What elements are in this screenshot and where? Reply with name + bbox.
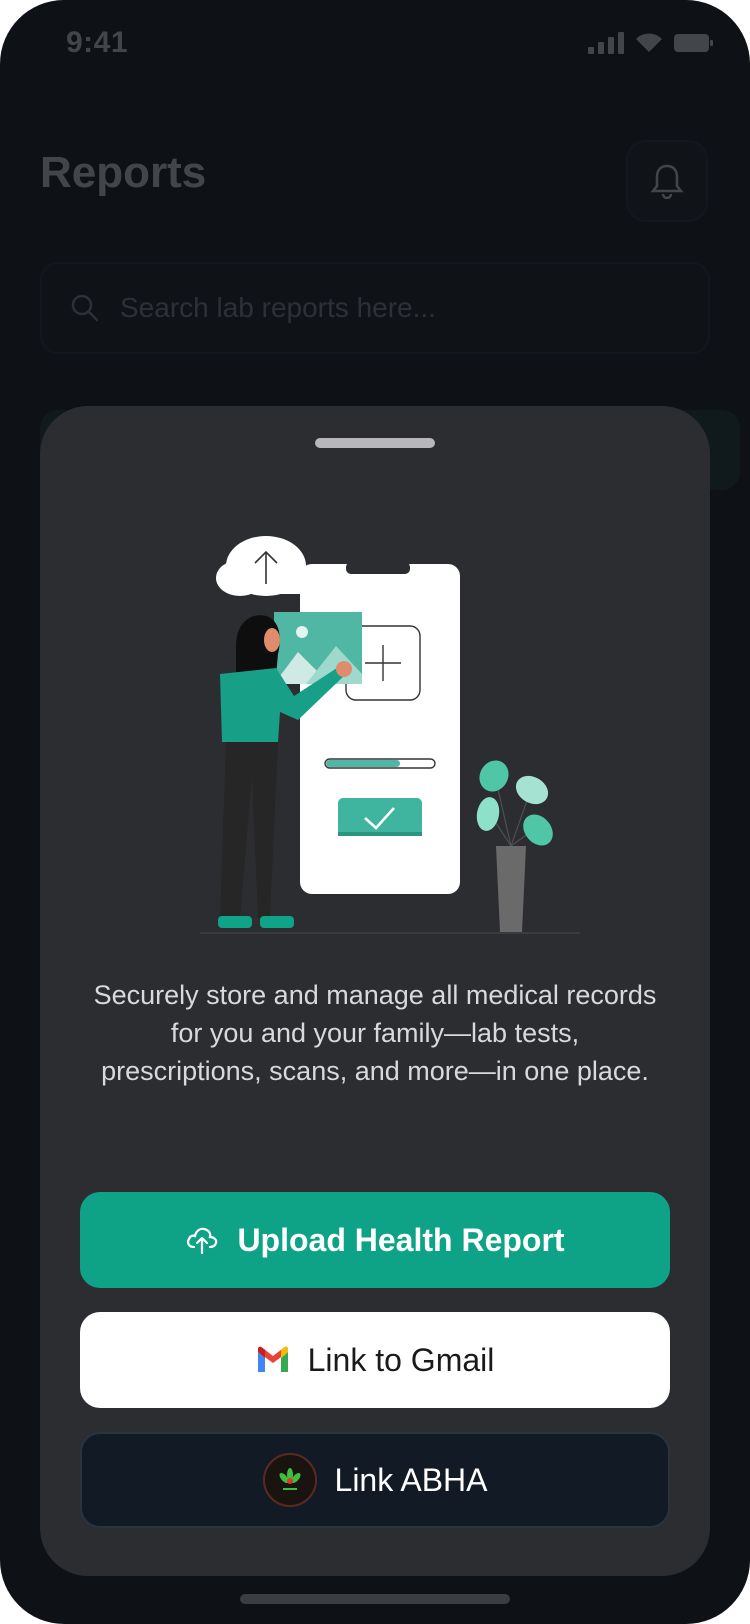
bell-icon [650, 164, 684, 199]
home-indicator [240, 1594, 510, 1604]
status-time: 9:41 [66, 26, 129, 59]
link-gmail-button[interactable]: Link to Gmail [80, 1312, 670, 1408]
upload-health-report-button[interactable]: Upload Health Report [80, 1192, 670, 1288]
page-title: Reports [40, 148, 207, 197]
phone-graphic [300, 562, 460, 894]
upload-illustration [200, 536, 580, 934]
link-abha-button[interactable]: Link ABHA [80, 1432, 670, 1528]
gmail-icon [257, 1346, 288, 1372]
status-icons [588, 32, 714, 54]
search-bar[interactable]: Search lab reports here... [40, 262, 710, 354]
abha-logo [262, 1453, 317, 1507]
phone-frame: 9:41 Reports Search lab reports here... … [0, 0, 750, 1624]
search-placeholder: Search lab reports here... [120, 292, 436, 323]
cloud-upload-icon [187, 1227, 218, 1255]
upload-button-label: Upload Health Report [237, 1221, 565, 1258]
cloud-upload-graphic [216, 536, 314, 596]
gmail-button-label: Link to Gmail [307, 1341, 495, 1378]
battery-icon [674, 34, 713, 52]
search-icon [71, 294, 99, 322]
sheet-description: Securely store and manage all medical re… [93, 980, 657, 1086]
upload-bottom-sheet: Securely store and manage all medical re… [40, 406, 710, 1576]
notifications-button[interactable] [626, 140, 708, 222]
wifi-icon [636, 33, 662, 52]
sheet-grabber-handle[interactable] [315, 438, 435, 448]
plant-graphic [476, 760, 553, 932]
signal-icon [588, 32, 624, 54]
abha-button-label: Link ABHA [334, 1461, 488, 1498]
